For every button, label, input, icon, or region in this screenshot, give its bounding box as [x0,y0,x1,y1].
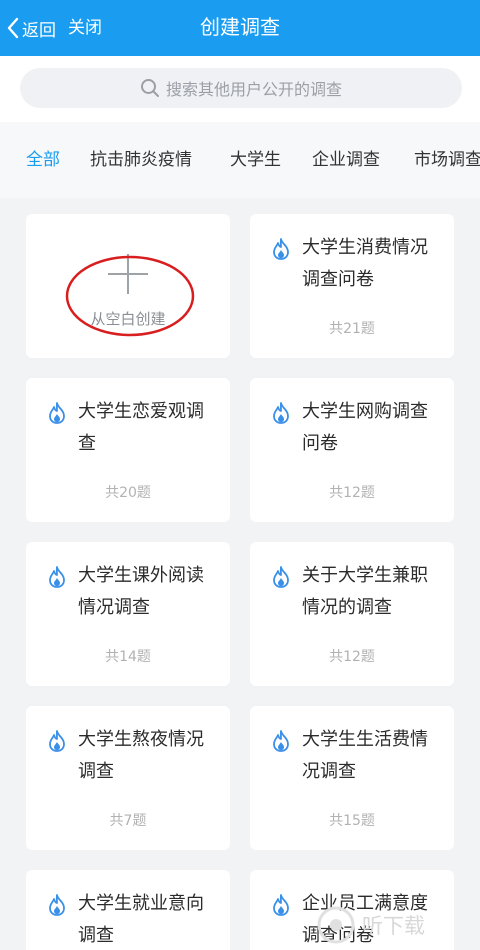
search-icon [140,79,159,97]
search-placeholder: 搜索其他用户公开的调查 [165,80,342,99]
flame-icon [49,894,65,916]
watermark: 听下载 [316,900,425,950]
question-count: 共7题 [109,813,147,829]
question-count: 共15题 [329,813,375,829]
survey-card[interactable]: 大学生熬夜情况调查 共7题 [26,706,230,850]
survey-title: 大学生消费情况调查问卷 [302,237,428,290]
survey-title: 大学生就业意向调查 [78,893,204,946]
tab-college[interactable]: 大学生 [230,148,281,172]
survey-card[interactable]: 大学生课外阅读情况调查 共14题 [26,542,230,686]
survey-title: 大学生网购调查问卷 [302,401,428,454]
flame-icon [273,238,289,260]
page-title: 创建调查 [200,15,280,39]
search-bar: 搜索其他用户公开的调查 [0,56,480,122]
tab-market[interactable]: 市场调查 [414,148,480,172]
survey-card[interactable]: 大学生生活费情况调查 共15题 [250,706,454,850]
category-tabs: 全部 抗击肺炎疫情 大学生 企业调查 市场调查 [0,122,480,198]
survey-title: 关于大学生兼职情况的调查 [302,565,428,618]
question-count: 共14题 [105,649,151,665]
question-count: 共20题 [105,485,151,501]
top-bar: 返回 关闭 创建调查 [0,0,480,56]
flame-icon [49,566,65,588]
survey-title: 大学生课外阅读情况调查 [78,565,204,618]
flame-icon [273,730,289,752]
flame-icon [49,730,65,752]
survey-title: 大学生熬夜情况调查 [78,729,204,782]
annotation-circle [65,255,195,337]
question-count: 共12题 [329,485,375,501]
flame-icon [273,566,289,588]
tab-enterprise[interactable]: 企业调查 [312,148,380,172]
search-input[interactable]: 搜索其他用户公开的调查 [20,68,462,108]
survey-card[interactable]: 大学生恋爱观调查 共20题 [26,378,230,522]
watermark-logo-icon [317,906,355,944]
flame-icon [273,402,289,424]
flame-icon [49,402,65,424]
tab-all[interactable]: 全部 [26,148,60,172]
flame-icon [273,894,289,916]
create-blank-card[interactable]: 从空白创建 [26,214,230,358]
survey-card[interactable]: 大学生就业意向调查 [26,870,230,950]
tab-covid[interactable]: 抗击肺炎疫情 [90,148,192,172]
survey-card[interactable]: 大学生消费情况调查问卷 共21题 [250,214,454,358]
watermark-text: 听下载 [362,914,425,938]
survey-title: 大学生恋爱观调查 [78,401,204,454]
question-count: 共12题 [329,649,375,665]
survey-card[interactable]: 关于大学生兼职情况的调查 共12题 [250,542,454,686]
question-count: 共21题 [329,321,375,337]
survey-title: 大学生生活费情况调查 [302,729,428,782]
survey-card[interactable]: 大学生网购调查问卷 共12题 [250,378,454,522]
